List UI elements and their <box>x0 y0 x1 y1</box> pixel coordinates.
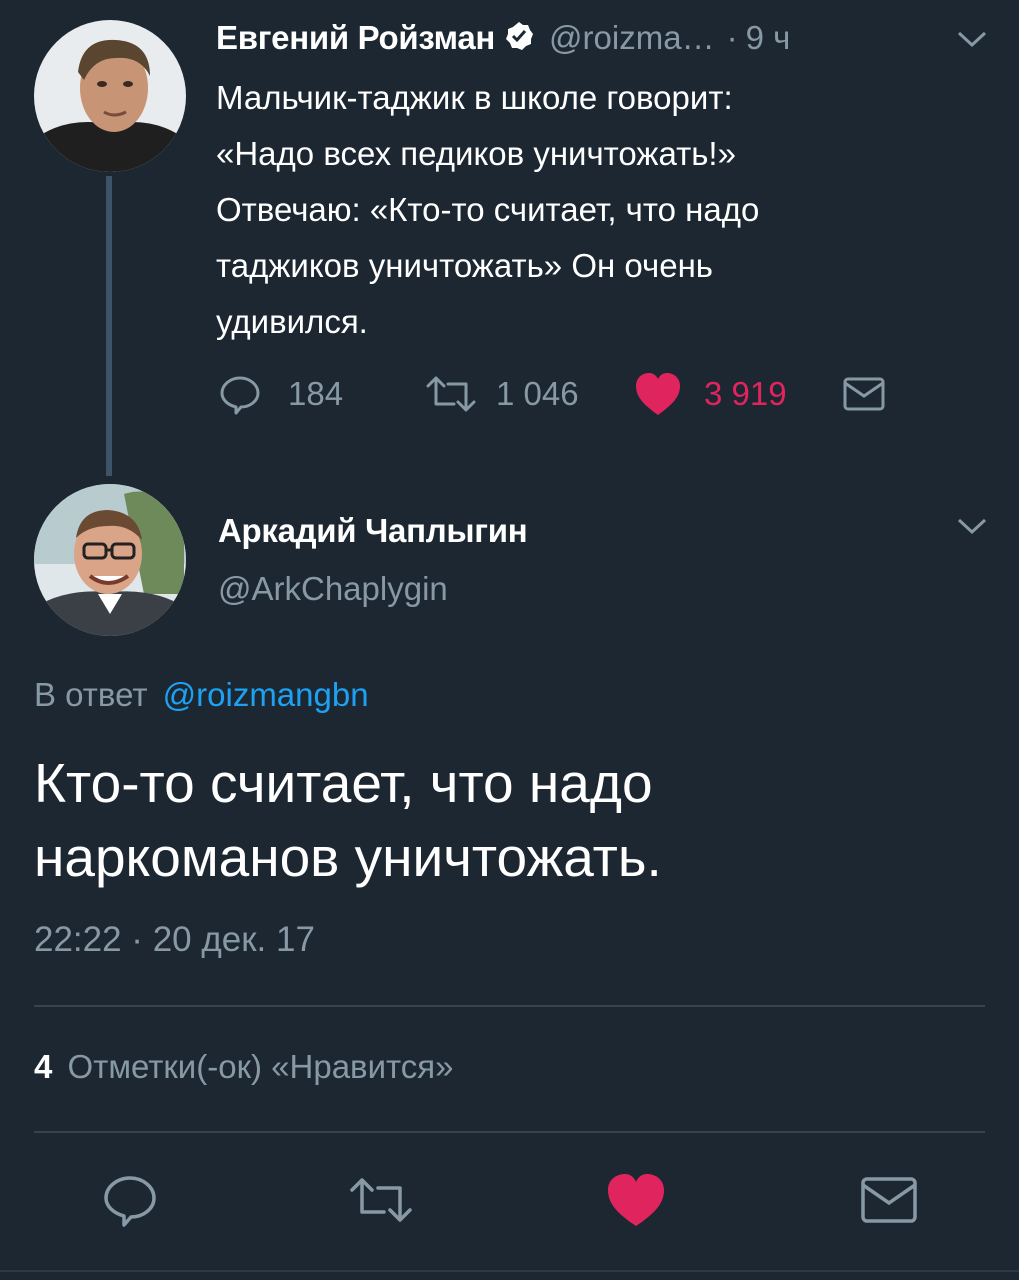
tweet1-text-line: таджиков уничтожать» Он очень <box>216 247 713 284</box>
tweet2-text-line: наркоманов уничтожать. <box>34 826 662 888</box>
tweet1-menu-chevron[interactable] <box>955 28 989 50</box>
like-button[interactable] <box>606 1172 666 1228</box>
reply-to-handle[interactable]: @roizmangbn <box>163 676 369 713</box>
meta-separator: · <box>726 19 738 56</box>
heart-icon <box>636 373 680 415</box>
reply-button[interactable] <box>100 1170 160 1230</box>
avatar-chaplygin-image <box>34 484 186 636</box>
reply-to-prefix: В ответ <box>34 676 148 713</box>
tweet2-text: Кто-то считает, что надо наркоманов унич… <box>34 746 984 894</box>
tweet1-header: Евгений Ройзман @roizma… · 9 ч <box>216 14 936 62</box>
retweet-count: 1 046 <box>496 375 579 412</box>
chevron-down-icon <box>957 518 987 535</box>
tweet1-text-line: Отвечаю: «Кто-то считает, что надо <box>216 191 760 228</box>
tweet-time[interactable]: 9 ч <box>746 19 791 57</box>
divider <box>34 1131 985 1133</box>
like-button[interactable]: 3 919 <box>634 368 787 420</box>
dm-button[interactable] <box>842 370 886 418</box>
reply-count: 184 <box>288 375 344 412</box>
reply-button[interactable]: 184 <box>216 368 343 420</box>
divider <box>34 1005 985 1007</box>
dm-icon <box>861 1177 917 1223</box>
tweet2-menu-chevron[interactable] <box>955 515 989 537</box>
dm-button[interactable] <box>860 1174 918 1226</box>
likes-summary[interactable]: 4 Отметки(-ок) «Нравится» <box>34 1048 454 1086</box>
author-handle[interactable]: @ArkChaplygin <box>218 570 448 608</box>
like-count: 3 919 <box>704 375 787 412</box>
tweet1-text-line: Мальчик-таджик в школе говорит: <box>216 79 733 116</box>
likes-count: 4 <box>34 1048 53 1085</box>
retweet-icon <box>350 1178 412 1222</box>
reply-icon <box>220 376 260 415</box>
heart-icon <box>608 1174 664 1226</box>
avatar-roizman-image <box>34 20 186 172</box>
tweet-timestamp[interactable]: 22:22 · 20 дек. 17 <box>34 920 315 960</box>
avatar-chaplygin[interactable] <box>34 484 186 636</box>
likes-label: Отметки(-ок) «Нравится» <box>67 1048 454 1085</box>
tweet1-text-line: удивился. <box>216 303 368 340</box>
dm-icon <box>843 377 885 411</box>
reply-context: В ответ @roizmangbn <box>34 676 369 714</box>
tweet1-text: Мальчик-таджик в школе говорит: «Надо вс… <box>216 70 936 350</box>
reply-icon <box>104 1176 156 1227</box>
retweet-button[interactable] <box>348 1172 414 1228</box>
author-name[interactable]: Евгений Ройзман <box>216 19 495 57</box>
retweet-button[interactable]: 1 046 <box>424 368 579 420</box>
thread-line <box>106 176 112 476</box>
tweet1-text-line: «Надо всех педиков уничтожать!» <box>216 135 736 172</box>
author-name[interactable]: Аркадий Чаплыгин <box>218 512 528 550</box>
verified-icon <box>503 20 535 57</box>
avatar-roizman[interactable] <box>34 20 186 172</box>
bottom-edge <box>0 1270 1019 1280</box>
chevron-down-icon <box>957 31 987 48</box>
author-handle[interactable]: @roizma… <box>549 19 715 57</box>
retweet-icon <box>426 376 476 412</box>
tweet2-text-line: Кто-то считает, что надо <box>34 752 653 814</box>
